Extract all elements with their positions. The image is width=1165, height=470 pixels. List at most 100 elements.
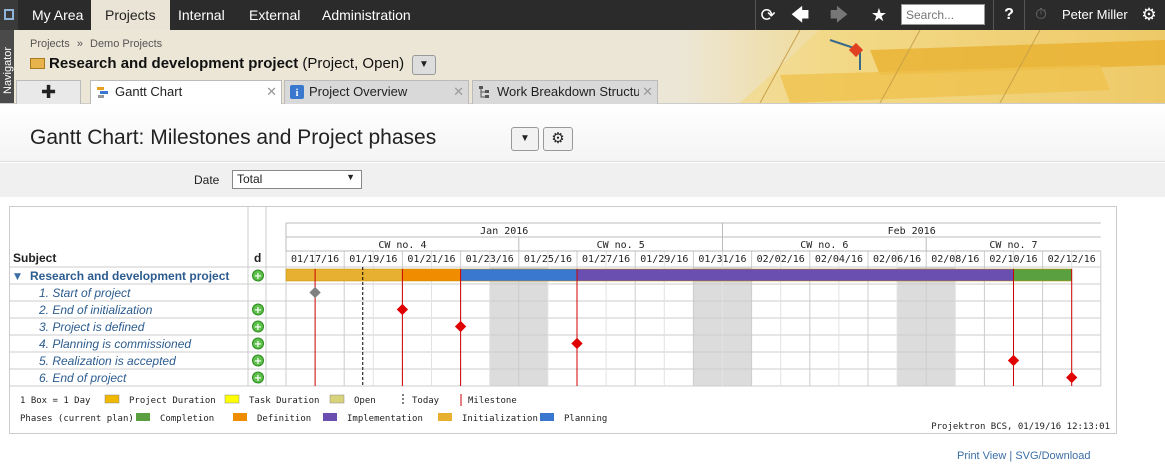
milestone-diamond: [1066, 371, 1078, 384]
plus-sign: +: [254, 356, 262, 367]
milestone-row-label: 6. End of project: [39, 371, 127, 385]
page-title: Gantt Chart: Milestones and Project phas…: [30, 126, 437, 149]
phase-bar: [402, 269, 461, 281]
milestone-diamond: [396, 303, 409, 316]
month-label: Jan 2016: [480, 226, 528, 237]
legend-phase-label: Completion: [160, 414, 214, 424]
top-nav-bar: My Area Projects Internal External Admin…: [0, 0, 1165, 30]
phase-bar: [286, 269, 403, 281]
project-menu-dropdown-button[interactable]: ▼: [412, 55, 436, 75]
tree-structure-icon: [479, 86, 489, 98]
nav-tab-my-area[interactable]: My Area: [18, 0, 97, 30]
d-column-header: d: [254, 251, 261, 265]
close-tab-icon[interactable]: ✕: [453, 81, 464, 103]
weekend-shade: [693, 267, 723, 386]
close-tab-icon[interactable]: ✕: [639, 81, 653, 103]
milestone-row-label: 1. Start of project: [39, 286, 131, 300]
breadcrumb-demo-projects-link[interactable]: Demo Projects: [90, 38, 162, 50]
date-filter-label: Date: [194, 173, 220, 187]
tab-gantt-chart[interactable]: Gantt Chart ✕: [90, 80, 282, 104]
nav-tab-internal[interactable]: Internal: [164, 0, 239, 30]
date-tick-label: 02/02/16: [757, 254, 805, 265]
date-tick-label: 01/31/16: [698, 254, 746, 265]
close-tab-icon[interactable]: ✕: [266, 81, 277, 103]
week-label: CW no. 7: [989, 240, 1037, 251]
legend-phase-swatch: [323, 413, 337, 421]
legend-phase-swatch: [540, 413, 554, 421]
gantt-chart-panel: Jan 2016 Feb 2016 CW no. 4 CW no. 5 CW no. 6…: [9, 206, 1117, 434]
tab-project-overview[interactable]: i Project Overview ✕: [284, 80, 469, 104]
gantt-icon: [97, 87, 108, 98]
weekend-shade: [897, 267, 927, 386]
legend-swatch: [329, 394, 345, 404]
nav-tab-projects[interactable]: Projects: [91, 0, 170, 30]
date-tick-label: 01/27/16: [582, 254, 630, 265]
expand-arrow-icon: ▼: [14, 272, 21, 282]
milestone-diamond: [1007, 354, 1020, 367]
view-settings-gear-icon[interactable]: ⚙: [543, 127, 573, 151]
refresh-icon[interactable]: ⟳: [757, 0, 779, 30]
date-tick-label: 01/17/16: [291, 254, 339, 265]
date-filter-select[interactable]: Total ▼: [232, 170, 362, 189]
date-tick-label: 01/21/16: [407, 254, 455, 265]
footer-links: Print View | SVG/Download: [957, 450, 1091, 462]
svg-download-link[interactable]: SVG/Download: [1015, 450, 1090, 462]
chevron-down-icon: ▼: [346, 172, 355, 182]
date-tick-label: 02/08/16: [931, 254, 979, 265]
plus-sign: +: [254, 373, 262, 384]
export-timestamp: Projektron BCS, 01/19/16 12:13:01: [931, 422, 1110, 432]
nav-tab-external[interactable]: External: [235, 0, 314, 30]
tab-work-breakdown-structure[interactable]: Work Breakdown Structur ✕: [472, 80, 658, 104]
weekend-shade: [926, 267, 956, 386]
folder-icon: [30, 58, 45, 69]
legend-phase-label: Planning: [564, 414, 607, 424]
divider: [1024, 0, 1025, 30]
legend-phase-swatch: [438, 413, 452, 421]
weekend-shade: [722, 267, 752, 386]
user-name[interactable]: Peter Miller: [1062, 0, 1128, 30]
search-input[interactable]: [901, 4, 985, 25]
milestone-row-label: 5. Realization is accepted: [39, 354, 176, 368]
add-tab-button[interactable]: ✚: [16, 80, 81, 104]
forward-arrow-icon[interactable]: 🡆: [826, 0, 852, 30]
divider: [755, 0, 756, 30]
plus-sign: +: [254, 339, 262, 350]
app-logo-icon[interactable]: [0, 0, 18, 30]
legend-phase-label: Implementation: [347, 414, 423, 424]
gantt-chart: Jan 2016 Feb 2016 CW no. 4 CW no. 5 CW no. 6…: [10, 207, 1110, 432]
nav-tab-administration[interactable]: Administration: [308, 0, 425, 30]
legend-label: Task Duration: [249, 396, 319, 406]
plus-sign: +: [254, 305, 262, 316]
project-title: Research and development project (Projec…: [30, 55, 404, 72]
date-tick-label: 01/29/16: [640, 254, 688, 265]
back-arrow-icon[interactable]: 🡄: [787, 0, 813, 30]
legend-label: Today: [412, 396, 440, 406]
week-label: CW no. 4: [378, 240, 426, 251]
view-dropdown-button[interactable]: ▼: [511, 127, 539, 151]
legend-phase-swatch: [136, 413, 150, 421]
info-icon: i: [290, 85, 304, 99]
date-tick-label: 02/12/16: [1048, 254, 1096, 265]
favorites-star-icon[interactable]: ★: [866, 0, 892, 30]
subject-header: Subject: [13, 251, 56, 265]
breadcrumb-projects-link[interactable]: Projects: [30, 38, 70, 50]
divider: [993, 0, 994, 30]
header-decoration-image: [680, 30, 1165, 103]
milestone-row-label: 4. Planning is commissioned: [39, 337, 191, 351]
settings-gear-icon[interactable]: ⚙: [1138, 0, 1160, 30]
help-icon[interactable]: ?: [998, 0, 1020, 30]
stopwatch-icon[interactable]: ⏱: [1030, 0, 1052, 30]
date-tick-label: 01/25/16: [524, 254, 572, 265]
legend-label: Project Duration: [129, 396, 216, 406]
project-row-label: Research and development project: [30, 269, 229, 283]
date-tick-label: 01/19/16: [349, 254, 397, 265]
weekend-shade: [518, 267, 548, 386]
navigator-toggle[interactable]: Navigator: [0, 30, 14, 103]
print-view-link[interactable]: Print View: [957, 450, 1006, 462]
legend-swatch: [104, 394, 120, 404]
legend-phases-label: Phases (current plan): [20, 414, 134, 424]
date-tick-label: 02/04/16: [815, 254, 863, 265]
legend-phase-swatch: [233, 413, 247, 421]
milestone-diamond: [571, 337, 583, 350]
breadcrumb: Projects » Demo Projects: [30, 38, 163, 50]
